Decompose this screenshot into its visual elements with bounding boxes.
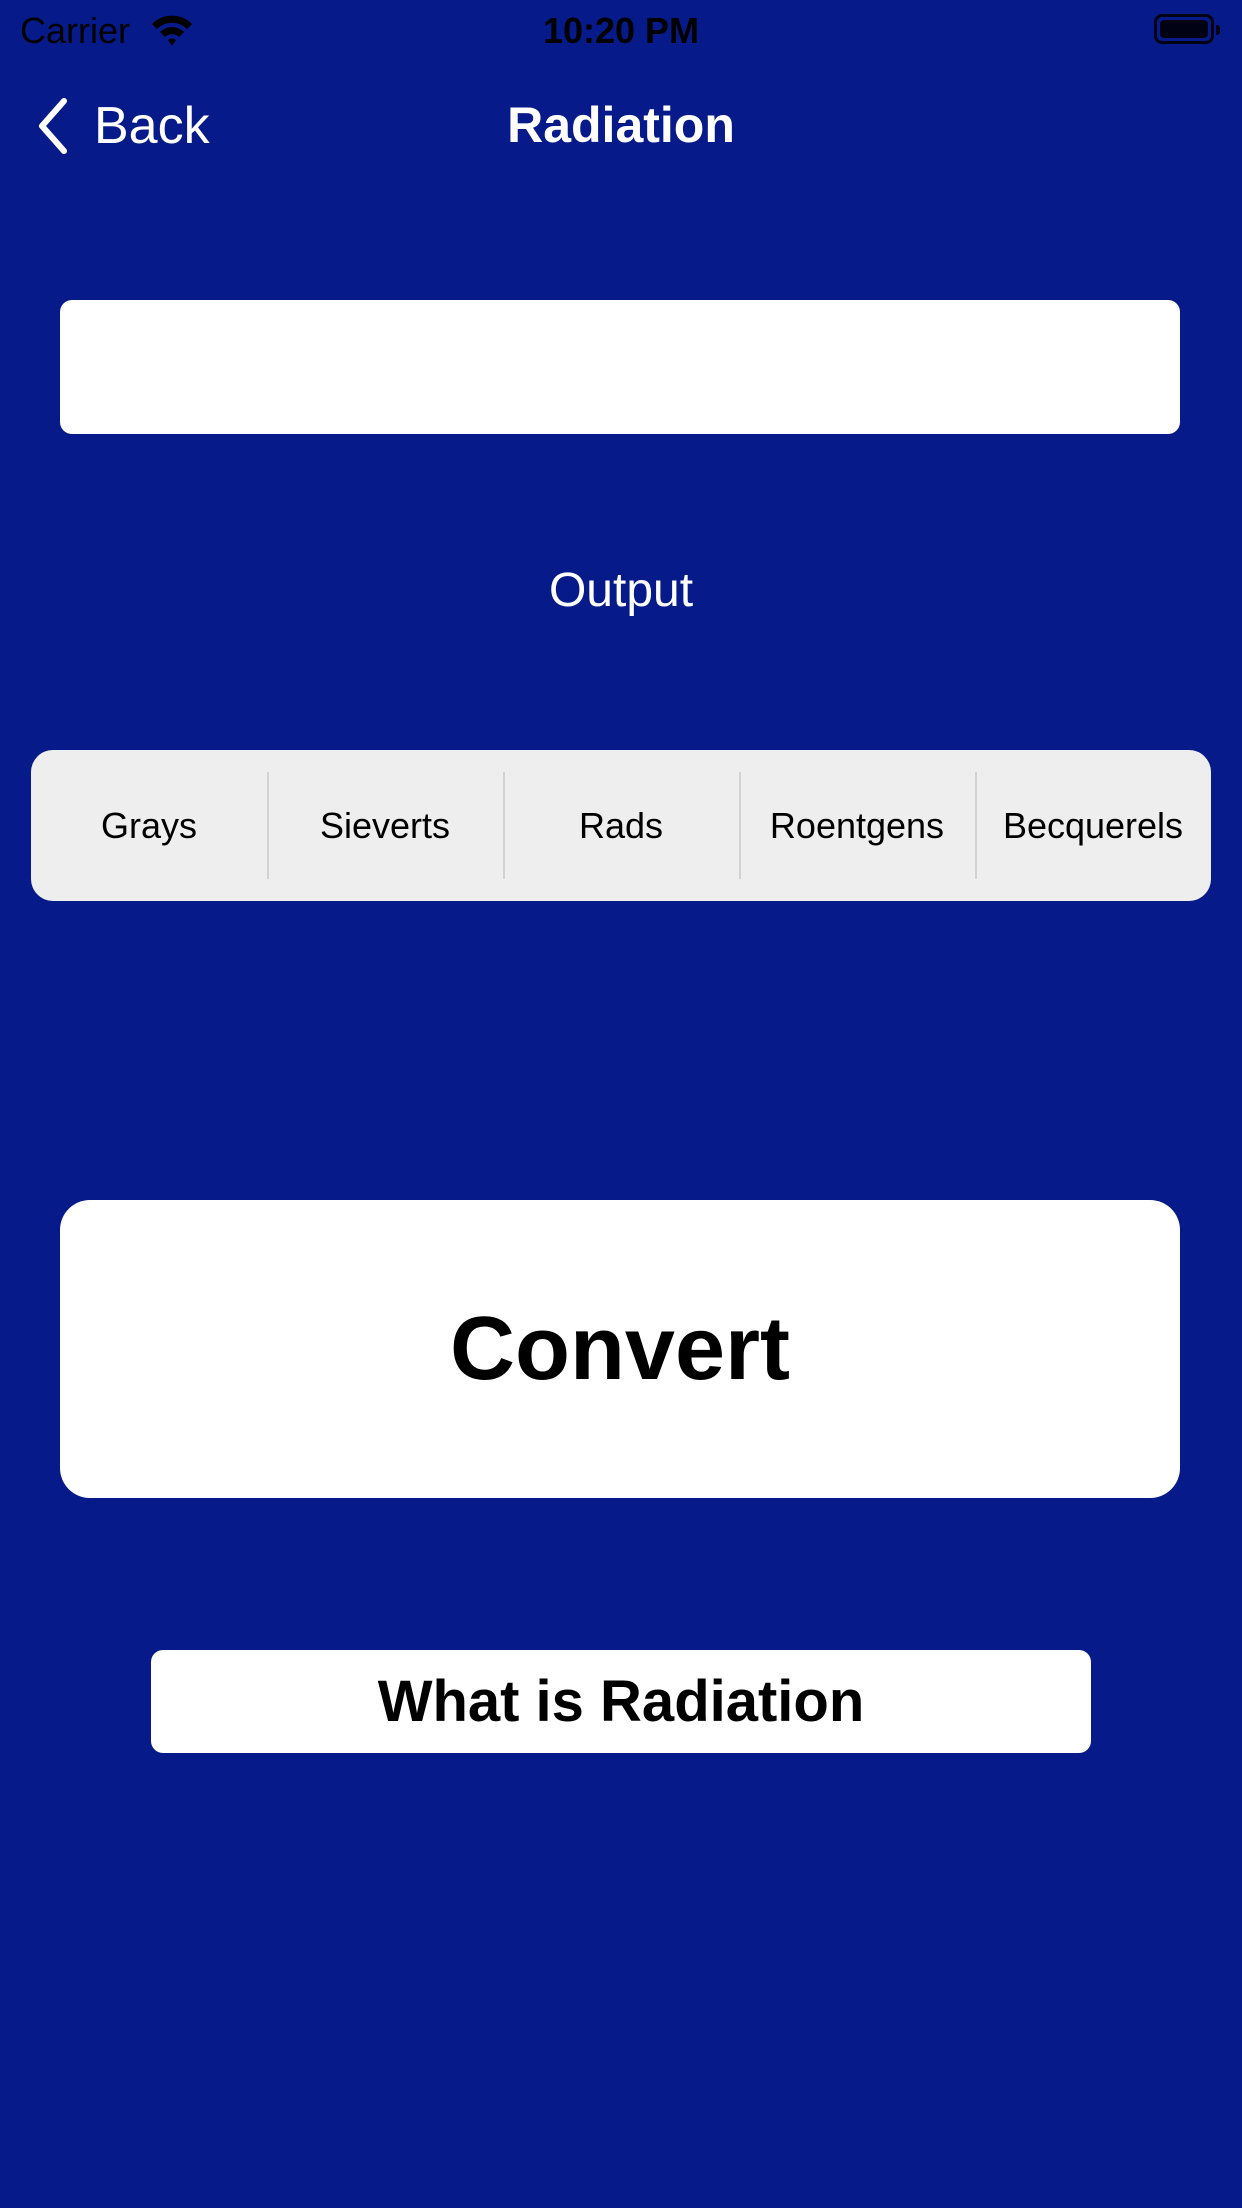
convert-button[interactable]: Convert (60, 1200, 1180, 1498)
chevron-left-icon (39, 98, 67, 154)
clock: 10:20 PM (542, 10, 700, 51)
segment-sieverts[interactable]: Sieverts (267, 750, 503, 901)
segment-roentgens[interactable]: Roentgens (739, 750, 975, 901)
back-label: Back (94, 97, 210, 155)
segment-grays[interactable]: Grays (31, 750, 267, 901)
output-label: Output (548, 564, 694, 617)
back-button[interactable]: Back (36, 96, 210, 156)
status-bar: Carrier 10:20 PM (0, 0, 1242, 62)
segment-becquerels[interactable]: Becquerels (975, 750, 1211, 901)
unit-segmented-control[interactable]: Grays Sieverts Rads Roentgens Becquerels (31, 750, 1211, 901)
what-is-radiation-button[interactable]: What is Radiation (151, 1650, 1091, 1753)
battery-icon (1154, 14, 1220, 44)
segment-rads[interactable]: Rads (503, 750, 739, 901)
value-input[interactable] (60, 300, 1180, 434)
